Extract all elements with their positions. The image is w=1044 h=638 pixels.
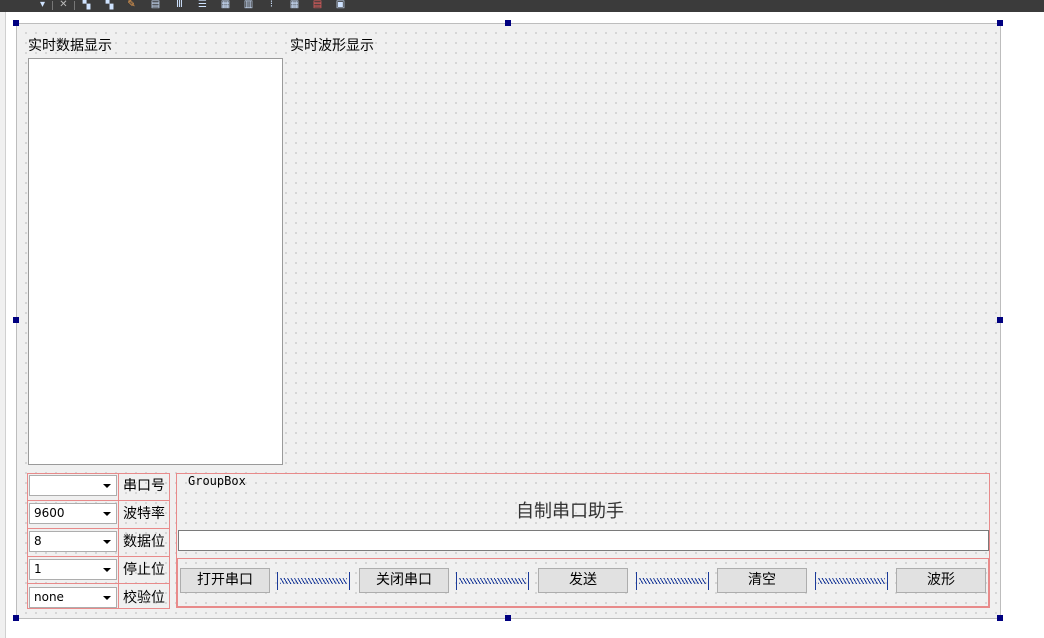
databits-combobox-value: 8: [34, 534, 42, 548]
data-display-label: 实时数据显示: [28, 38, 112, 54]
baudrate-combobox-value: 9600: [34, 506, 65, 520]
parity-label: 校验位: [123, 590, 165, 606]
resize-handle-bm[interactable]: [505, 615, 511, 621]
resize-handle-tr[interactable]: [997, 20, 1003, 26]
grid-divider: [27, 556, 170, 557]
grid-icon[interactable]: ▦: [219, 0, 232, 11]
chevron-down-icon: [103, 540, 111, 544]
baudrate-label: 波特率: [123, 506, 165, 522]
designer-toolbar: ▾ ✕ ▚ ▚ ✎ ▤ Ⅲ ☰ ▦ ▥ ⁝ ▦ ▤ ▣: [0, 0, 1044, 12]
resize-handle-tm[interactable]: [505, 20, 511, 26]
toolbar-separator: [52, 1, 53, 10]
resize-handle-ml[interactable]: [13, 317, 19, 323]
columns-icon[interactable]: Ⅲ: [173, 0, 186, 11]
close-port-button[interactable]: 关闭串口: [359, 568, 449, 593]
clear-button[interactable]: 清空: [717, 568, 807, 593]
data-display-textedit[interactable]: [28, 58, 283, 465]
edit-icon[interactable]: ✎: [125, 0, 138, 11]
chevron-down-icon: [103, 596, 111, 600]
databits-combobox[interactable]: 8: [29, 531, 117, 552]
resize-handle-mr[interactable]: [997, 317, 1003, 323]
chevron-down-icon: [103, 512, 111, 516]
resize-handle-tl[interactable]: [13, 20, 19, 26]
preview-icon[interactable]: ▤: [149, 0, 162, 11]
groupbox-title: GroupBox: [188, 474, 246, 488]
grid-divider: [27, 528, 170, 529]
databits-label: 数据位: [123, 534, 165, 550]
wave-button[interactable]: 波形: [896, 568, 986, 593]
parity-combobox[interactable]: none: [29, 587, 117, 608]
grid-divider: [27, 500, 170, 501]
split-icon[interactable]: ⁝: [265, 0, 278, 11]
horizontal-spacer: [277, 570, 350, 592]
resize-handle-br[interactable]: [997, 615, 1003, 621]
grid-divider: [118, 473, 119, 609]
dropdown-icon[interactable]: ▾: [36, 0, 49, 11]
table-icon[interactable]: ▦: [288, 0, 301, 11]
wave-display-label: 实时波形显示: [290, 38, 374, 54]
stopbits-label: 停止位: [123, 562, 165, 578]
baudrate-combobox[interactable]: 9600: [29, 503, 117, 524]
stopbits-combobox-value: 1: [34, 562, 42, 576]
layout-icon-1[interactable]: ▚: [80, 0, 93, 11]
chevron-down-icon: [103, 484, 111, 488]
layout-icon-2[interactable]: ▚: [103, 0, 116, 11]
horizontal-spacer: [636, 570, 709, 592]
open-port-button[interactable]: 打开串口: [180, 568, 270, 593]
toolbar-separator: [74, 1, 75, 10]
resize-handle-bl[interactable]: [13, 615, 19, 621]
horizontal-spacer: [456, 570, 529, 592]
chevron-down-icon: [103, 568, 111, 572]
close-icon[interactable]: ✕: [57, 0, 70, 11]
break-icon[interactable]: ▤: [311, 0, 324, 11]
send-lineedit[interactable]: [178, 530, 989, 551]
horizontal-spacer: [815, 570, 888, 592]
adjust-icon[interactable]: ▣: [334, 0, 347, 11]
port-label: 串口号: [123, 478, 165, 494]
port-combobox[interactable]: [29, 475, 117, 496]
rows-icon[interactable]: ☰: [196, 0, 209, 11]
parity-combobox-value: none: [34, 590, 64, 604]
send-button[interactable]: 发送: [538, 568, 628, 593]
app-title-label: 自制串口助手: [516, 501, 624, 522]
align-icon[interactable]: ▥: [242, 0, 255, 11]
grid-divider: [27, 583, 170, 584]
form-widget[interactable]: 实时数据显示 实时波形显示 串口号 9600 波特率 8 数据位 1 停止位 n…: [16, 23, 1001, 619]
stopbits-combobox[interactable]: 1: [29, 559, 117, 580]
